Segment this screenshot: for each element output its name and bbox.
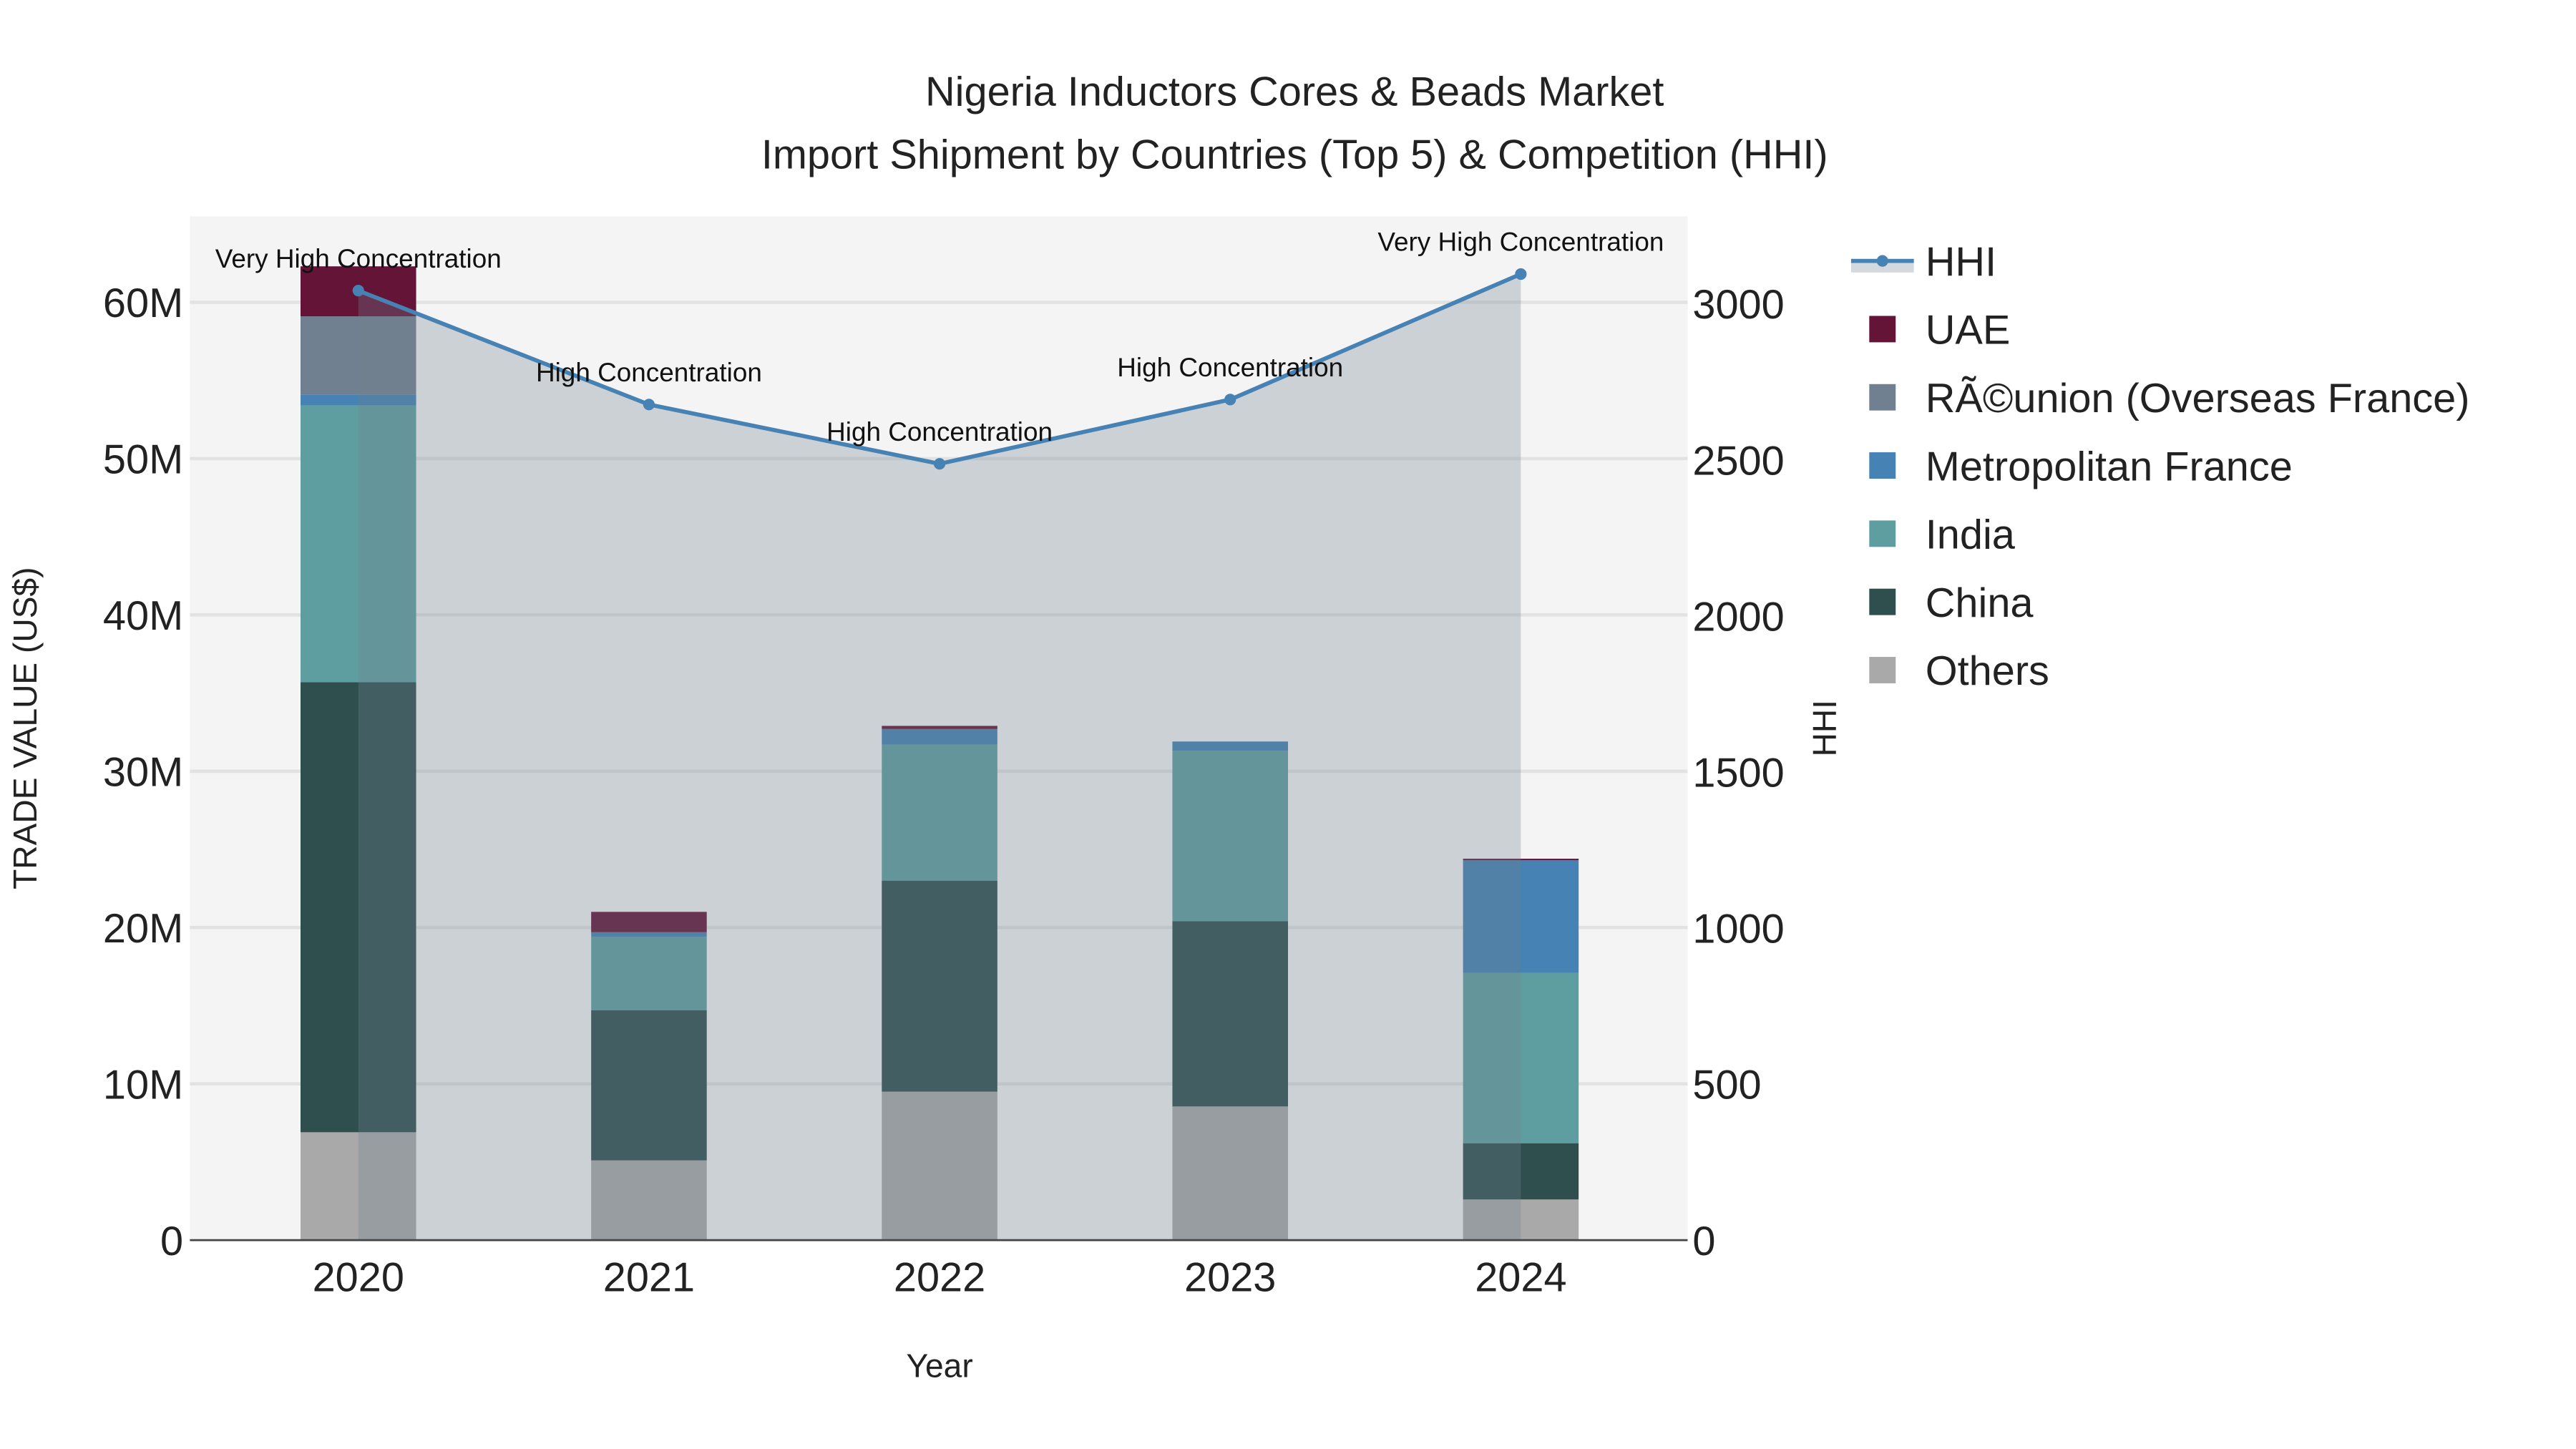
legend-swatch xyxy=(1869,316,1896,343)
y2-tick-label: 3000 xyxy=(1692,282,1784,328)
chart-title: Nigeria Inductors Cores & Beads Market xyxy=(925,69,1664,115)
legend-label: India xyxy=(1926,512,2016,558)
hhi-point xyxy=(643,399,655,411)
y-tick-label: 30M xyxy=(103,750,183,796)
chart-subtitle: Import Shipment by Countries (Top 5) & C… xyxy=(761,132,1828,177)
y2-tick-label: 2000 xyxy=(1692,594,1784,640)
y2-tick-label: 500 xyxy=(1692,1063,1761,1108)
legend-swatch xyxy=(1869,384,1896,411)
y2-tick-label: 1500 xyxy=(1692,751,1784,796)
legend-swatch xyxy=(1869,657,1896,683)
hhi-point xyxy=(1224,394,1236,406)
y-tick-label: 50M xyxy=(103,437,183,483)
legend-label: China xyxy=(1926,580,2034,626)
hhi-point xyxy=(1515,268,1527,280)
y-tick-label: 10M xyxy=(103,1062,183,1108)
legend-label: Others xyxy=(1926,648,2049,694)
y-tick-label: 0 xyxy=(160,1219,183,1264)
y2-tick-label: 2500 xyxy=(1692,438,1784,484)
legend-swatch xyxy=(1869,588,1896,615)
legend-label: UAE xyxy=(1926,308,2011,353)
hhi-label: Very High Concentration xyxy=(215,244,502,273)
y2-tick-label: 1000 xyxy=(1692,907,1784,952)
y2-axis-title: HHI xyxy=(1806,700,1843,756)
chart: Nigeria Inductors Cores & Beads Market I… xyxy=(0,0,2576,1449)
hhi-label: High Concentration xyxy=(826,417,1053,447)
x-tick-label: 2020 xyxy=(313,1255,404,1301)
hhi-label: High Concentration xyxy=(536,358,762,387)
legend-label: RÃ©union (Overseas France) xyxy=(1926,376,2470,421)
legend-swatch xyxy=(1869,452,1896,479)
y2-tick-label: 0 xyxy=(1692,1219,1715,1264)
x-tick-label: 2022 xyxy=(894,1255,985,1301)
y-axis-title: TRADE VALUE (US$) xyxy=(6,567,44,889)
hhi-label: High Concentration xyxy=(1117,353,1343,382)
legend-label: HHI xyxy=(1926,239,1996,285)
hhi-point xyxy=(352,285,364,297)
y-tick-label: 40M xyxy=(103,593,183,639)
legend-hhi-marker xyxy=(1876,255,1888,267)
x-tick-label: 2024 xyxy=(1475,1255,1566,1301)
x-tick-label: 2021 xyxy=(603,1255,695,1301)
legend-label: Metropolitan France xyxy=(1926,444,2293,489)
hhi-point xyxy=(934,458,946,470)
y-tick-label: 60M xyxy=(103,280,183,326)
x-tick-label: 2023 xyxy=(1184,1255,1276,1301)
y-tick-label: 20M xyxy=(103,906,183,952)
legend-swatch xyxy=(1869,520,1896,547)
hhi-label: Very High Concentration xyxy=(1377,228,1664,257)
x-axis-title: Year xyxy=(906,1347,972,1385)
